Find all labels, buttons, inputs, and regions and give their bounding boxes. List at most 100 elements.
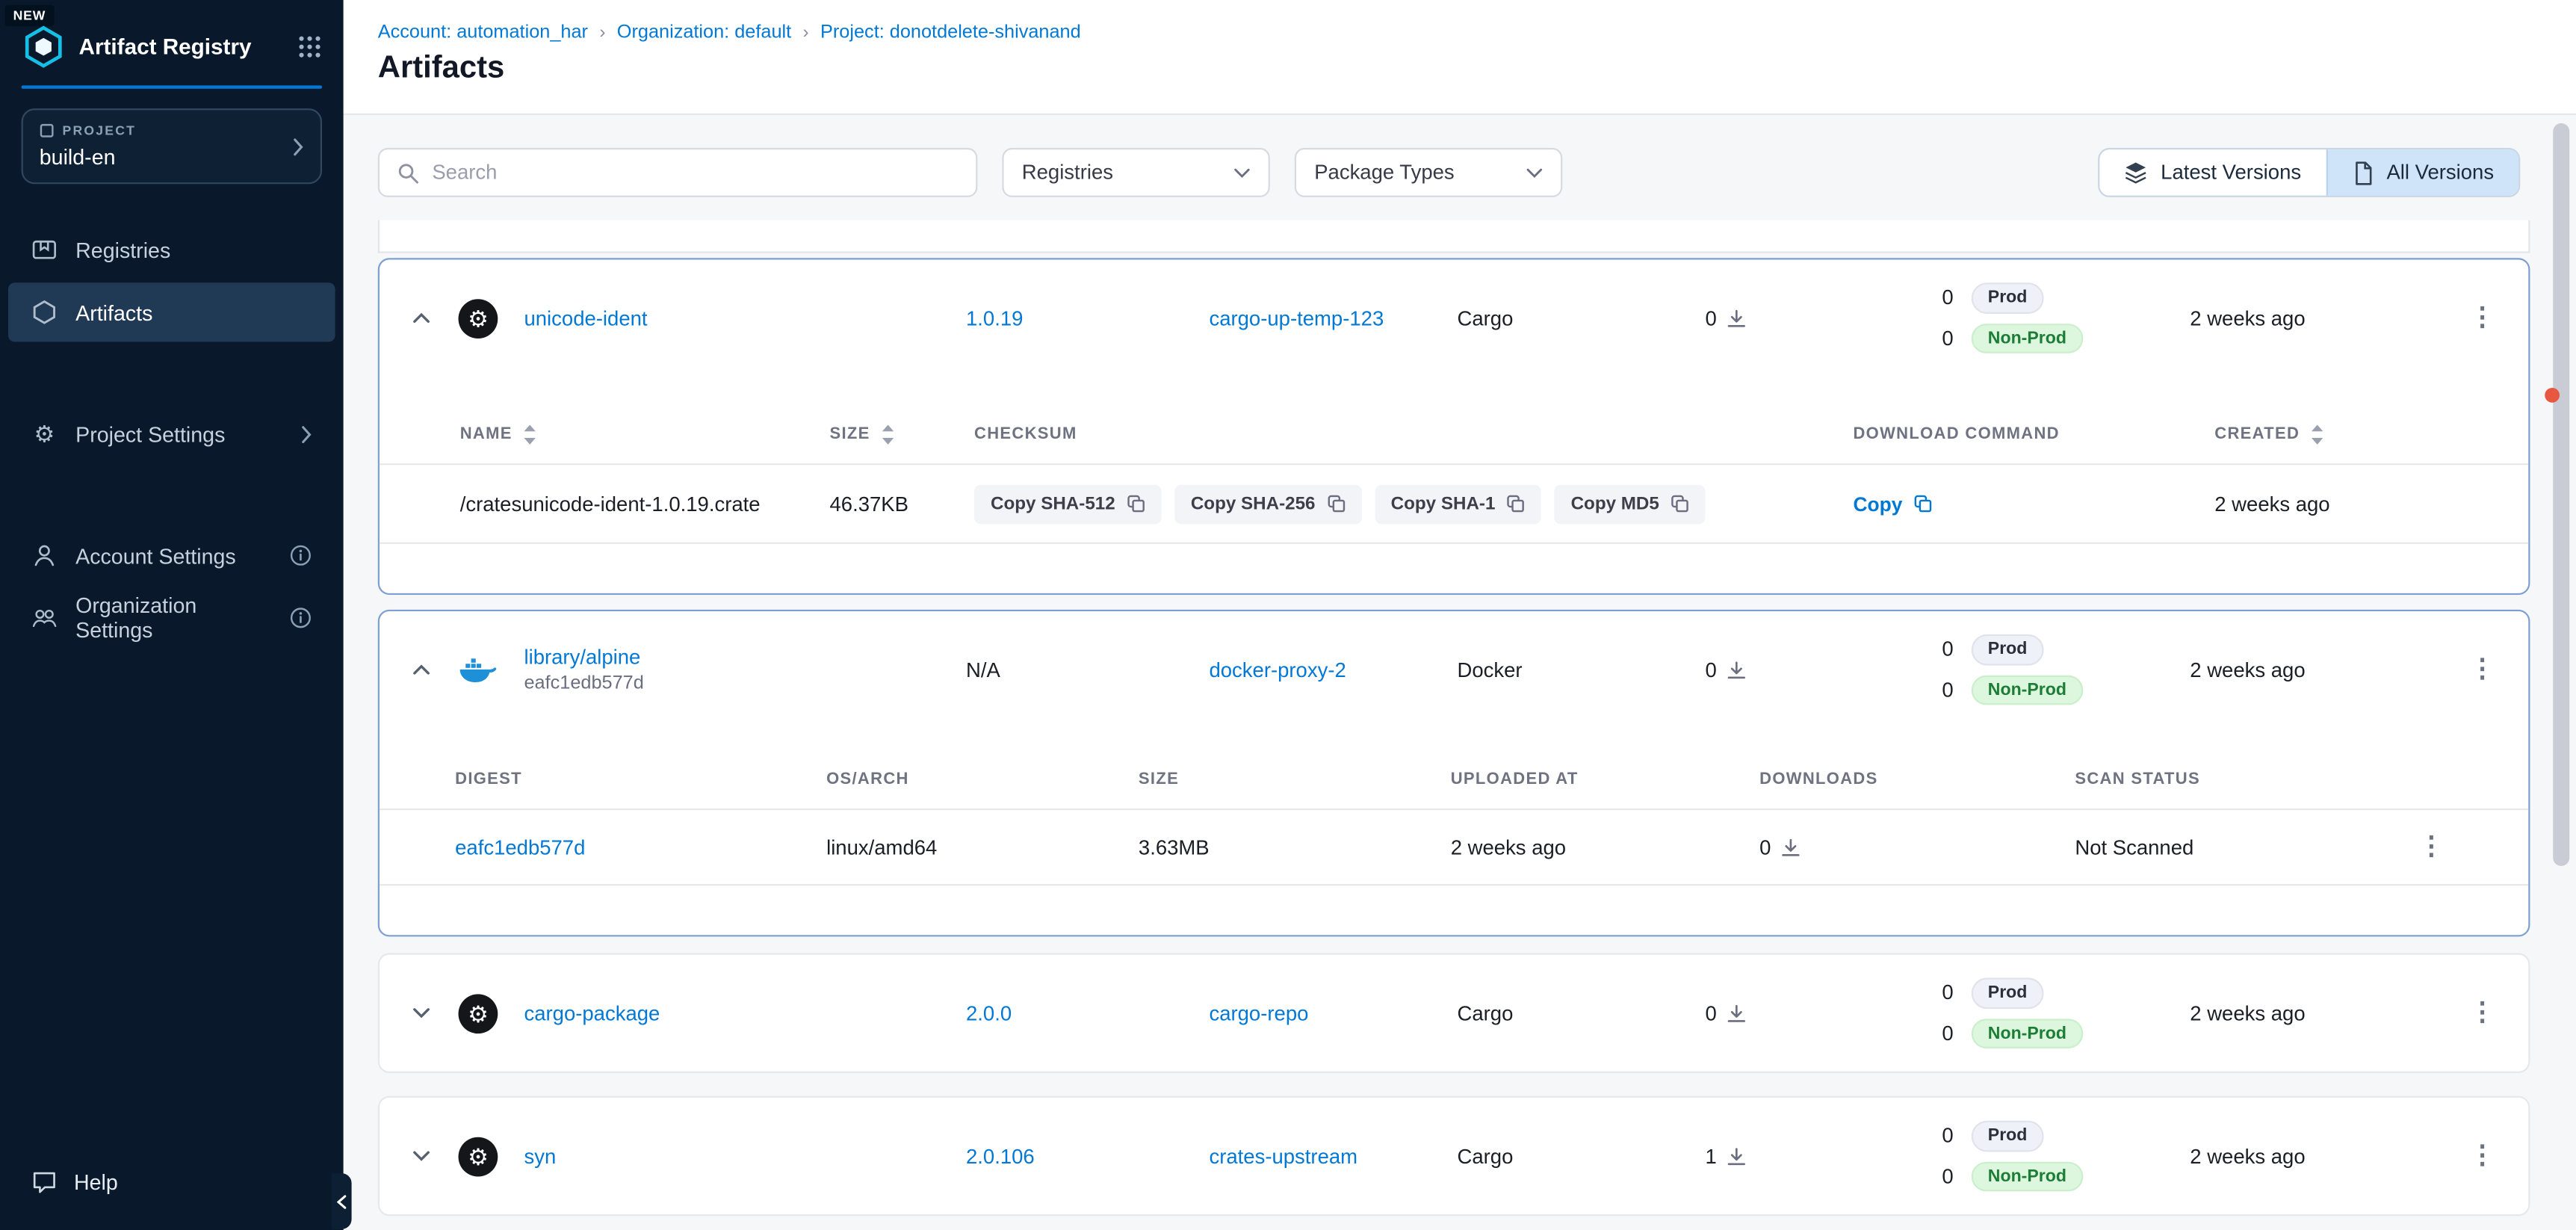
breadcrumb-organization-link[interactable]: Organization: default <box>617 23 791 43</box>
sidebar-item-label: Registries <box>75 238 170 262</box>
layers-icon <box>2125 161 2148 185</box>
download-count: 1 <box>1706 1145 1717 1168</box>
scrollbar-thumb[interactable] <box>2553 123 2569 866</box>
all-versions-button[interactable]: All Versions <box>2326 149 2518 196</box>
breadcrumb-project-link[interactable]: Project: donotdelete-shivanand <box>820 23 1081 43</box>
copy-icon <box>1127 495 1145 513</box>
row-menu-button[interactable]: ⋮ <box>2462 1137 2502 1176</box>
column-header-label: DOWNLOADS <box>1759 770 1877 788</box>
prod-badge: Prod <box>1972 282 2044 313</box>
copy-sha512-button[interactable]: Copy SHA-512 <box>974 484 1161 524</box>
artifact-summary-row: ⚙ unicode-ident 1.0.19 cargo-up-temp-123… <box>380 259 2528 376</box>
artifacts-icon <box>31 299 58 325</box>
sidebar-collapse-button[interactable] <box>332 1173 351 1229</box>
column-header-label: SIZE <box>829 426 870 444</box>
module-underline <box>22 85 322 88</box>
expand-row-button[interactable] <box>399 1134 442 1177</box>
row-menu-button[interactable]: ⋮ <box>2412 827 2451 867</box>
package-types-filter-dropdown[interactable]: Package Types <box>1295 148 1562 197</box>
help-button[interactable]: Help <box>0 1155 344 1208</box>
artifact-version-link[interactable]: 2.0.106 <box>966 1145 1209 1168</box>
artifact-registry-link[interactable]: cargo-up-temp-123 <box>1209 306 1457 330</box>
artifact-registry-link[interactable]: docker-proxy-2 <box>1209 658 1457 682</box>
collapse-row-button[interactable] <box>399 297 442 339</box>
artifact-version-link[interactable]: 2.0.0 <box>966 1001 1209 1025</box>
artifact-name-link[interactable]: library/alpine <box>524 646 640 669</box>
column-header-created[interactable]: CREATED <box>2214 424 2489 445</box>
row-menu-button[interactable]: ⋮ <box>2462 993 2502 1033</box>
digest-link[interactable]: eafc1edb577d <box>455 835 826 859</box>
copy-download-command-button[interactable]: Copy <box>1853 492 1932 516</box>
artifact-name-link[interactable]: unicode-ident <box>524 306 966 330</box>
copy-sha1-button[interactable]: Copy SHA-1 <box>1375 484 1541 524</box>
prod-badge: Prod <box>1972 977 2044 1008</box>
artifact-registry-link[interactable]: crates-upstream <box>1209 1145 1457 1168</box>
copy-button-label: Copy SHA-512 <box>991 494 1115 513</box>
file-name: /cratesunicode-ident-1.0.19.crate <box>460 492 830 516</box>
copy-icon <box>1507 495 1525 513</box>
file-size: 46.37KB <box>829 492 974 516</box>
download-count: 0 <box>1706 1001 1717 1025</box>
scrolled-row-remnant <box>378 220 2530 253</box>
download-icon <box>1781 837 1801 856</box>
column-header-size[interactable]: SIZE <box>829 424 974 445</box>
search-box[interactable] <box>378 148 978 197</box>
download-count: 0 <box>1706 658 1717 682</box>
docker-package-icon <box>459 650 498 690</box>
copy-button-label: Copy MD5 <box>1571 494 1659 513</box>
registries-filter-label: Registries <box>1022 161 1113 185</box>
latest-versions-button[interactable]: Latest Versions <box>2100 149 2326 196</box>
project-label: PROJECT <box>63 123 137 138</box>
copy-icon <box>1327 495 1345 513</box>
registries-filter-dropdown[interactable]: Registries <box>1002 148 1269 197</box>
row-menu-button[interactable]: ⋮ <box>2462 650 2502 690</box>
prod-badge: Prod <box>1972 1121 2044 1152</box>
artifact-card-cargo-package: ⚙ cargo-package 2.0.0 cargo-repo Cargo 0… <box>378 953 2530 1073</box>
prod-badge: Prod <box>1972 634 2044 665</box>
nav-spacer <box>0 345 344 401</box>
artifact-name-link[interactable]: syn <box>524 1145 966 1168</box>
project-selector[interactable]: PROJECT build-en <box>22 108 322 184</box>
copy-md5-button[interactable]: Copy MD5 <box>1555 484 1706 524</box>
column-header-name[interactable]: NAME <box>460 424 830 445</box>
collapse-row-button[interactable] <box>399 649 442 691</box>
sidebar-item-account-settings[interactable]: Account Settings <box>8 526 335 585</box>
version-view-toggle: Latest Versions All Versions <box>2099 148 2521 197</box>
page-header: Account: automation_har › Organization: … <box>344 0 2576 115</box>
column-header-scan-status: SCAN STATUS <box>2075 770 2367 788</box>
artifact-downloads: 0 <box>1706 658 1940 682</box>
search-input[interactable] <box>432 161 958 185</box>
sort-icon <box>2309 424 2324 445</box>
files-table: NAME SIZE CHECKSUM DOWNLOAD COMMAND <box>380 406 2528 593</box>
breadcrumb-account-link[interactable]: Account: automation_har <box>378 23 588 43</box>
artifact-registry-link[interactable]: cargo-repo <box>1209 1001 1457 1025</box>
nav-spacer <box>0 467 344 523</box>
chevron-down-icon <box>1526 167 1543 178</box>
nonprod-badge: Non-Prod <box>1972 1018 2083 1048</box>
copy-sha256-button[interactable]: Copy SHA-256 <box>1174 484 1361 524</box>
sidebar-item-organization-settings[interactable]: Organization Settings <box>8 588 335 647</box>
sidebar-item-artifacts[interactable]: Artifacts <box>8 282 335 342</box>
apps-grid-icon[interactable] <box>297 34 322 59</box>
cargo-package-icon: ⚙ <box>459 298 498 338</box>
nonprod-count: 0 <box>1940 1022 1954 1045</box>
breadcrumb: Account: automation_har › Organization: … <box>378 23 2576 43</box>
sort-icon <box>880 424 895 445</box>
artifact-version-link[interactable]: 1.0.19 <box>966 306 1209 330</box>
download-icon <box>1727 308 1746 327</box>
artifact-card-unicode-ident: ⚙ unicode-ident 1.0.19 cargo-up-temp-123… <box>378 258 2530 595</box>
chevron-down-icon <box>1233 167 1250 178</box>
search-icon <box>397 162 419 184</box>
nonprod-count: 0 <box>1940 327 1954 350</box>
artifact-name-link[interactable]: cargo-package <box>524 1001 966 1025</box>
artifact-registry-logo-icon <box>22 25 66 69</box>
prod-count: 0 <box>1940 286 1954 309</box>
artifact-updated: 2 weeks ago <box>2190 1001 2453 1025</box>
expand-row-button[interactable] <box>399 992 442 1034</box>
nonprod-badge: Non-Prod <box>1972 1161 2083 1192</box>
row-menu-button[interactable]: ⋮ <box>2462 298 2502 338</box>
all-versions-label: All Versions <box>2386 161 2494 185</box>
sidebar-item-project-settings[interactable]: ⚙ Project Settings <box>8 404 335 463</box>
digest-row: eafc1edb577d linux/amd64 3.63MB 2 weeks … <box>380 810 2528 886</box>
sidebar-item-registries[interactable]: Registries <box>8 220 335 279</box>
